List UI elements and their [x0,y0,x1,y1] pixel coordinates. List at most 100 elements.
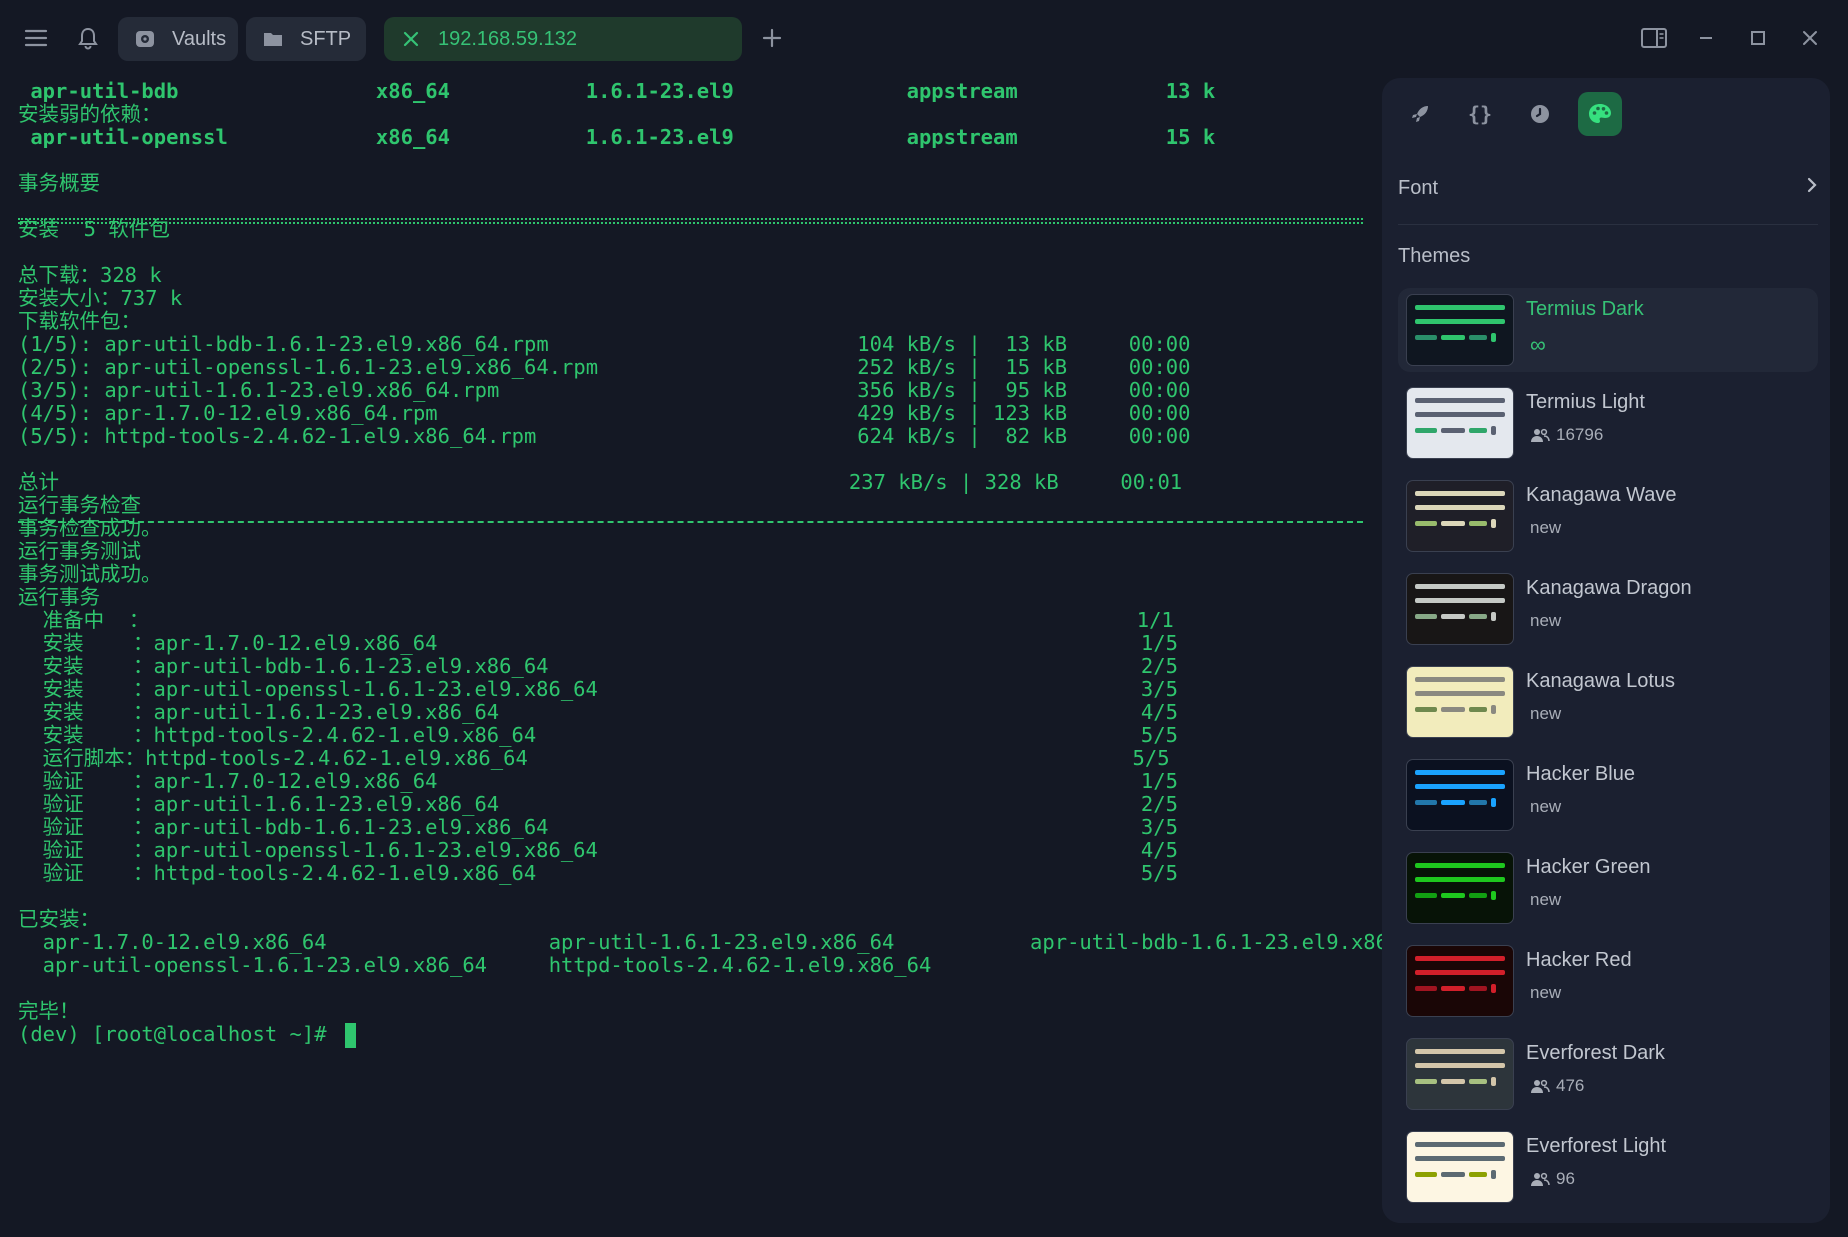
preview-bar [1491,333,1496,342]
preview-bar [1415,1079,1437,1084]
minimize-icon[interactable] [1688,20,1724,56]
theme-meta: 476 [1530,1076,1584,1096]
preview-bar [1491,891,1496,900]
toggle-sidebar-icon[interactable] [1636,20,1672,56]
menu-icon[interactable] [18,20,54,56]
theme-meta-text: new [1530,890,1562,909]
theme-meta: 96 [1530,1169,1575,1189]
preview-bar [1491,1077,1496,1086]
preview-bar [1415,335,1437,340]
preview-bar [1415,491,1505,496]
theme-item[interactable]: Kanagawa Dragon new [1398,567,1818,651]
tab-label: Vaults [172,27,227,50]
maximize-icon[interactable] [1740,20,1776,56]
preview-bar [1441,1079,1465,1084]
font-setting-row[interactable]: Font [1398,168,1818,208]
preview-bar [1491,519,1496,528]
theme-meta-text: new [1530,983,1562,1002]
terminal-output[interactable]: apr-util-bdb x86_64 1.6.1-23.el9 appstre… [0,78,1425,1237]
theme-item[interactable]: Hacker Red new [1398,939,1818,1023]
preview-bar [1491,426,1496,435]
preview-bar [1469,1172,1487,1177]
users-icon [1530,427,1550,443]
theme-name: Everforest Dark [1526,1042,1665,1064]
theme-meta-text: ∞ [1530,332,1546,357]
theme-preview [1406,666,1514,738]
tab-sftp[interactable]: SFTP [246,17,366,61]
terminal-prompt-line[interactable]: (dev) [root@localhost ~]# [18,1021,356,1048]
terminal-line: (5/5): httpd-tools-2.4.62-1.el9.x86_64.r… [18,424,1191,448]
close-window-icon[interactable] [1792,20,1828,56]
themes-heading: Themes [1398,236,1818,276]
preview-bar [1415,584,1505,589]
theme-preview [1406,294,1514,366]
theme-item[interactable]: Termius Light 16796 [1398,381,1818,465]
theme-meta: new [1530,611,1561,631]
theme-item[interactable]: Kanagawa Lotus new [1398,660,1818,744]
bell-icon[interactable] [70,20,106,56]
theme-preview [1406,480,1514,552]
preview-bar [1415,1049,1505,1054]
preview-bar [1469,614,1487,619]
theme-meta: new [1530,518,1561,538]
preview-bar [1491,798,1496,807]
theme-meta: new [1530,983,1561,1003]
snippets-braces-icon[interactable]: {} [1458,92,1502,136]
theme-preview [1406,759,1514,831]
shell-prompt: (dev) [root@localhost ~]# [18,1022,339,1046]
preview-bar [1415,893,1437,898]
terminal-line: 事务概要 [18,171,100,195]
preview-bar [1441,614,1465,619]
theme-item[interactable]: Everforest Light 96 [1398,1125,1818,1209]
preview-bar [1441,800,1465,805]
preview-bar [1469,521,1487,526]
theme-name: Kanagawa Dragon [1526,577,1692,599]
preview-bar [1469,893,1487,898]
preview-bar [1441,1172,1465,1177]
theme-meta-text: new [1530,518,1562,537]
vault-icon [132,26,158,52]
preview-bar [1415,707,1437,712]
preview-bar [1415,521,1437,526]
theme-meta-text: new [1530,704,1562,723]
theme-item[interactable]: Everforest Dark 476 [1398,1032,1818,1116]
theme-meta: ∞ [1530,332,1546,358]
theme-preview [1406,1131,1514,1203]
theme-name: Termius Dark [1526,298,1644,320]
close-icon[interactable] [398,26,424,52]
tab-label: SFTP [300,27,352,50]
preview-bar [1415,863,1505,868]
preview-bar [1415,305,1505,310]
preview-bar [1415,986,1437,991]
theme-meta: new [1530,704,1561,724]
new-tab-plus-icon[interactable] [754,20,790,56]
preview-bar [1415,784,1505,789]
theme-meta-text: 96 [1556,1169,1575,1188]
theme-item[interactable]: Hacker Green new [1398,846,1818,930]
rocket-icon[interactable] [1398,92,1442,136]
preview-bar [1491,1170,1496,1179]
history-clock-icon[interactable] [1518,92,1562,136]
theme-meta-text: new [1530,611,1562,630]
tab-vaults[interactable]: Vaults [118,17,238,61]
theme-item[interactable]: Hacker Blue new [1398,753,1818,837]
preview-bar [1441,428,1465,433]
folder-icon [260,26,286,52]
terminal-line: 总计 237 kB/s | 328 kB 00:01 [18,470,1183,494]
preview-bar [1469,1079,1487,1084]
preview-bar [1415,412,1505,417]
preview-bar [1415,691,1505,696]
preview-bar [1491,984,1496,993]
preview-bar [1469,428,1487,433]
preview-bar [1415,1172,1437,1177]
tab-ssh-session[interactable]: 192.168.59.132 [384,17,742,61]
palette-icon[interactable] [1578,92,1622,136]
preview-bar [1415,1142,1505,1147]
preview-bar [1415,970,1505,975]
preview-bar [1441,986,1465,991]
preview-bar [1441,707,1465,712]
theme-preview [1406,573,1514,645]
theme-name: Kanagawa Wave [1526,484,1677,506]
theme-item[interactable]: Termius Dark ∞ [1398,288,1818,372]
theme-item[interactable]: Kanagawa Wave new [1398,474,1818,558]
